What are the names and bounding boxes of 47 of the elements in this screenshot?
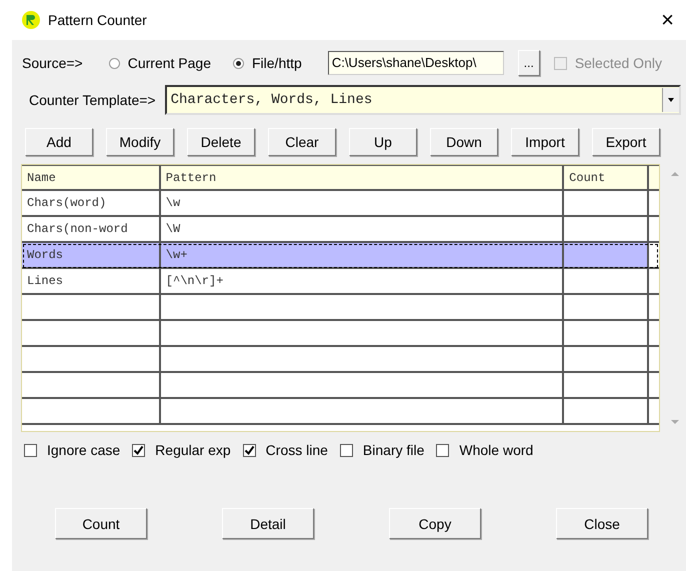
checkbox-label: Binary file [362, 442, 424, 458]
checkbox-label: Selected Only [574, 55, 662, 71]
path-field[interactable]: C:\Users\shane\Desktop\ [328, 51, 504, 75]
dialog-button[interactable]: Count [55, 508, 147, 539]
source-label: Source=> [22, 55, 83, 71]
table-cell: Chars(word) [22, 191, 161, 215]
radio-label: File/http [252, 55, 302, 71]
toolbar-button[interactable]: Import [511, 128, 579, 156]
table-cell: \w [160, 191, 564, 215]
checkbox-label: Cross line [266, 442, 328, 458]
selected-row[interactable]: Words \w+ [22, 243, 660, 269]
radio-button[interactable] [108, 58, 120, 68]
checkbox-label: Ignore case [47, 442, 120, 458]
radio-button[interactable] [233, 58, 244, 68]
toolbar-button[interactable]: Clear [268, 128, 336, 156]
toolbar-button[interactable]: Delete [187, 128, 255, 156]
checkbox[interactable] [132, 444, 146, 456]
column-header[interactable]: Pattern [160, 166, 564, 189]
checkbox[interactable] [436, 444, 450, 456]
checkbox-label: Regular exp [155, 442, 231, 458]
toolbar-button[interactable]: Up [349, 128, 417, 156]
toolbar-button[interactable]: Down [430, 128, 498, 156]
table-cell: Lines [22, 269, 161, 293]
table-cell: [^\n\r]+ [160, 269, 564, 293]
radio-label: Current Page [128, 55, 211, 71]
browse-button[interactable]: ... [518, 50, 540, 76]
table-cell: Words [22, 243, 161, 267]
close-button[interactable]: × [661, 9, 674, 31]
checkbox[interactable] [340, 444, 353, 456]
column-header[interactable]: Name [22, 166, 161, 189]
table-cell: \w+ [160, 243, 564, 267]
table-cell: \W [160, 217, 564, 241]
checkbox[interactable] [24, 444, 37, 456]
dialog-button[interactable]: Copy [389, 508, 481, 539]
toolbar-button[interactable]: Add [25, 128, 93, 156]
template-label: Counter Template=> [29, 92, 156, 108]
dialog-button[interactable]: Close [556, 508, 648, 539]
checkbox-label: Whole word [459, 442, 534, 458]
toolbar-button[interactable]: Modify [106, 128, 174, 156]
column-header[interactable]: Count [564, 166, 650, 189]
table-cell: Chars(non-word [22, 217, 161, 241]
checkbox[interactable] [242, 444, 256, 456]
app-logo-icon [22, 11, 40, 29]
dialog-button[interactable]: Detail [222, 508, 314, 539]
toolbar-button[interactable]: Export [592, 128, 660, 156]
template-dropdown[interactable]: Characters, Words, Lines [164, 85, 681, 115]
window-title: Pattern Counter [48, 12, 147, 28]
